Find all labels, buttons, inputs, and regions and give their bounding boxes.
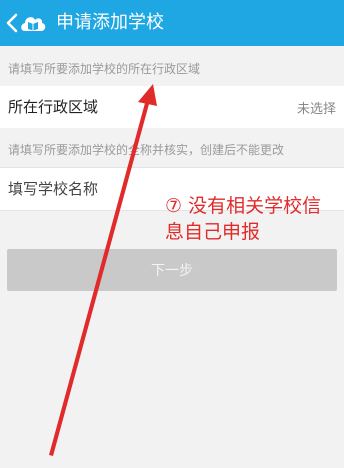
annotation-line-1: ⑦ 没有相关学校信 [165,195,322,217]
annotation-line-2: 息自己申报 [165,221,261,243]
annotation-note: ⑦ 没有相关学校信 息自己申报 [165,193,344,245]
